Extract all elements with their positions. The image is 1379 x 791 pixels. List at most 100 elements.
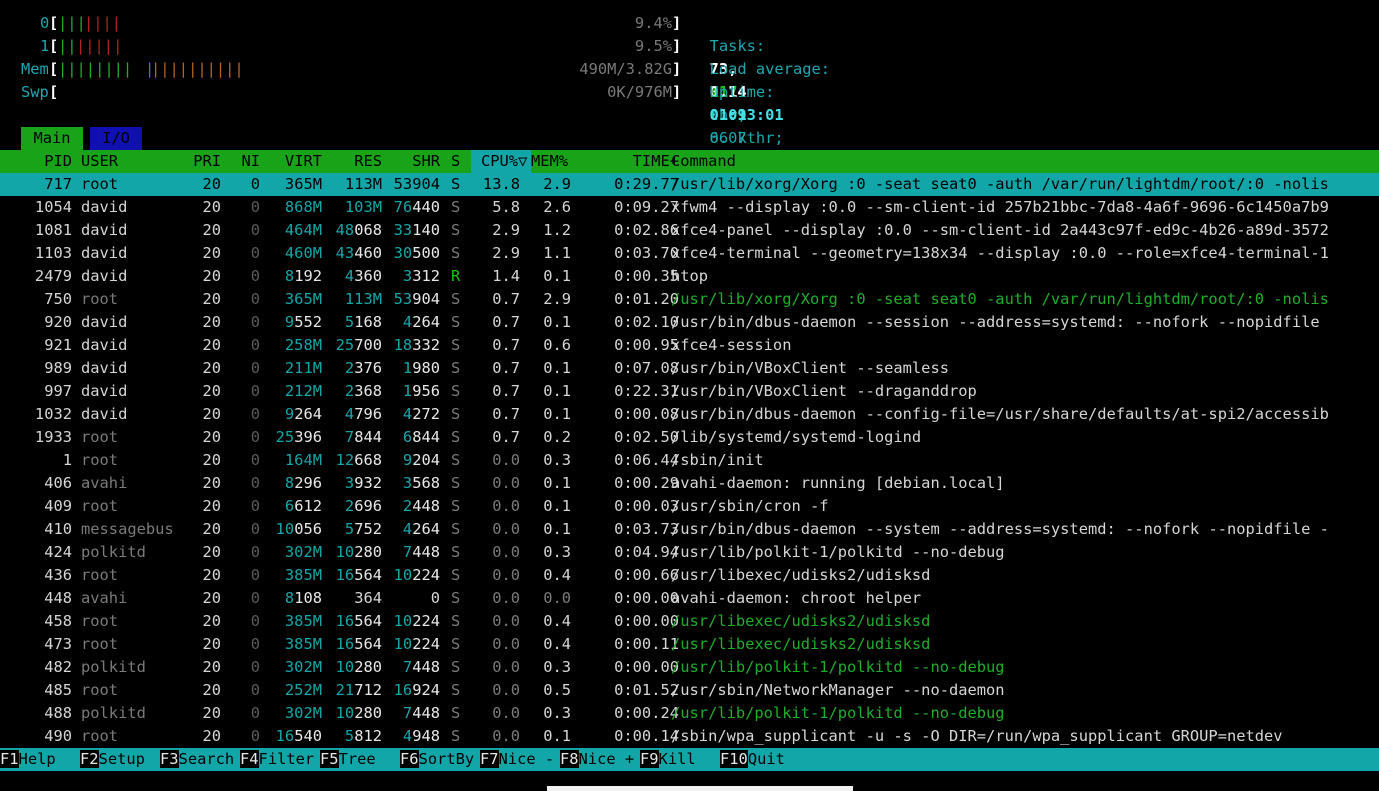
- col-command[interactable]: Command: [671, 150, 736, 173]
- process-row[interactable]: 1054 david 20 0 868M 103M 76440 S 5.8 2.6 0:09.27 x…: [0, 196, 1379, 219]
- fkey-key: F6: [400, 750, 419, 768]
- process-row[interactable]: 989 david 20 0 211M 2376 1980 S 0.7 0.1 0:07.08/us…: [0, 357, 1379, 380]
- fkey-label: Nice +: [578, 750, 635, 768]
- process-row[interactable]: 1103 david 20 0 460M 43460 30500 S 2.9 1.1 0:03.70…: [0, 242, 1379, 265]
- cell-s: S: [451, 612, 461, 630]
- cell-s: S: [451, 198, 461, 216]
- process-row[interactable]: 2479 david 20 0 8192 4360 3312 R 1.4 0.1 0:00.35 ht…: [0, 265, 1379, 288]
- cell-user: david: [81, 359, 128, 377]
- mem-label: Mem: [21, 60, 49, 78]
- process-row[interactable]: 409 root 20 0 6612 2696 2448 S 0.0 0.1 0:00.03/usr…: [0, 495, 1379, 518]
- tab-io[interactable]: I/O: [90, 127, 142, 150]
- fkey-f5[interactable]: F5Tree: [320, 748, 395, 771]
- process-row[interactable]: 406 avahi 20 0 8296 3932 3568 S 0.0 0.1 0:00.29 ava…: [0, 472, 1379, 495]
- process-row[interactable]: 485 root 20 0 252M 21712 16924 S 0.0 0.5 0:01.52/u…: [0, 679, 1379, 702]
- col-time[interactable]: TIME+: [585, 150, 679, 173]
- fkey-f9[interactable]: F9Kill: [640, 748, 715, 771]
- col-state[interactable]: S: [451, 150, 460, 173]
- cell-pid: 482: [44, 658, 72, 676]
- cell-mem: 0.0: [543, 589, 571, 607]
- process-row[interactable]: 424 polkitd 20 0 302M 10280 7448 S 0.0 0.3 0:04.94…: [0, 541, 1379, 564]
- process-row[interactable]: 488 polkitd 20 0 302M 10280 7448 S 0.0 0.3 0:00.24…: [0, 702, 1379, 725]
- cell-cmd: htop: [671, 267, 709, 285]
- cell-user: polkitd: [81, 704, 146, 722]
- process-row[interactable]: 1 root 20 0 164M 12668 9204 S 0.0 0.3 0:06.44/sbin…: [0, 449, 1379, 472]
- cell-cmd: /lib/systemd/systemd-logind: [671, 428, 922, 446]
- col-user[interactable]: USER: [81, 150, 118, 173]
- process-row[interactable]: 482 polkitd 20 0 302M 10280 7448 S 0.0 0.3 0:00.00…: [0, 656, 1379, 679]
- process-row[interactable]: 1032 david 20 0 9264 4796 4272 S 0.7 0.1 0:00.08/u…: [0, 403, 1379, 426]
- cell-ni: 0: [250, 267, 260, 285]
- process-row[interactable]: 448 avahi 20 0 8108 364 0 S 0.0 0.0 0:00.00 avahi-d…: [0, 587, 1379, 610]
- cell-s: S: [451, 681, 461, 699]
- cell-pid: 473: [44, 635, 72, 653]
- cell-user: polkitd: [81, 543, 146, 561]
- cell-mem: 0.1: [543, 267, 571, 285]
- cell-s: R: [451, 267, 461, 285]
- process-row[interactable]: 1081 david 20 0 464M 48068 33140 S 2.9 1.2 0:02.86…: [0, 219, 1379, 242]
- cell-s: S: [451, 451, 461, 469]
- fkey-f1[interactable]: F1Help: [0, 748, 75, 771]
- col-shr[interactable]: SHR: [386, 150, 440, 173]
- cell-ni: 0: [250, 658, 260, 676]
- process-row[interactable]: 410 messagebus 20 0 10056 5752 4264 S 0.0 0.1 0:03…: [0, 518, 1379, 541]
- cell-time: 0:00.00: [614, 589, 679, 607]
- cell-shr: 2448: [402, 497, 440, 515]
- cell-cmd: xfce4-panel --display :0.0 --sm-client-i…: [671, 221, 1329, 239]
- cell-virt: 25396: [275, 428, 322, 446]
- process-row-selected[interactable]: 717 root 20 0 365M 113M 53904 S 13.8 2.9 0:29.77/u…: [0, 173, 1379, 196]
- process-row[interactable]: 490 root 20 0 16540 5812 4948 S 0.0 0.1 0:00.14/sb…: [0, 725, 1379, 748]
- cell-res: 364: [354, 589, 382, 607]
- swap-label: Swp: [21, 83, 49, 101]
- process-row[interactable]: 473 root 20 0 385M 16564 10224 S 0.0 0.4 0:00.11/u…: [0, 633, 1379, 656]
- fkey-f7[interactable]: F7Nice -: [480, 748, 555, 771]
- process-row[interactable]: 921 david 20 0 258M 25700 18332 S 0.7 0.6 0:00.95 x…: [0, 334, 1379, 357]
- cell-pri: 20: [202, 198, 221, 216]
- cell-res: 113M: [344, 290, 382, 308]
- cell-pri: 20: [202, 267, 221, 285]
- cell-res: 21712: [335, 681, 382, 699]
- fkey-key: F7: [480, 750, 499, 768]
- col-virt[interactable]: VIRT: [265, 150, 322, 173]
- cell-cpu: 0.7: [492, 382, 520, 400]
- fkey-f2[interactable]: F2Setup: [80, 748, 155, 771]
- cell-shr: 1980: [402, 359, 440, 377]
- tab-bar: Main I/O: [0, 127, 1379, 150]
- fkey-f10[interactable]: F10Quit: [720, 748, 785, 771]
- process-row[interactable]: 920 david 20 0 9552 5168 4264 S 0.7 0.1 0:02.10/us…: [0, 311, 1379, 334]
- col-pid[interactable]: PID: [0, 150, 72, 173]
- col-mem[interactable]: MEM%: [531, 150, 568, 173]
- cell-pid: 410: [44, 520, 72, 538]
- col-res[interactable]: RES: [326, 150, 382, 173]
- cell-cmd: /usr/lib/xorg/Xorg :0 -seat seat0 -auth …: [671, 290, 1329, 308]
- cell-virt: 365M: [284, 175, 322, 193]
- cell-pri: 20: [202, 474, 221, 492]
- process-row[interactable]: 750 root 20 0 365M 113M 53904 S 0.7 2.9 0:01.20/us…: [0, 288, 1379, 311]
- tab-main[interactable]: Main: [21, 127, 83, 150]
- cell-mem: 0.1: [543, 405, 571, 423]
- fkey-f4[interactable]: F4Filter: [240, 748, 315, 771]
- cell-res: 16564: [335, 566, 382, 584]
- process-row[interactable]: 1933 root 20 0 25396 7844 6844 S 0.7 0.2 0:02.50/l…: [0, 426, 1379, 449]
- cell-cpu: 0.7: [492, 336, 520, 354]
- cell-virt: 9552: [284, 313, 322, 331]
- process-row[interactable]: 458 root 20 0 385M 16564 10224 S 0.0 0.4 0:00.00/u…: [0, 610, 1379, 633]
- fkey-label: Help: [18, 750, 75, 768]
- fkey-f3[interactable]: F3Search: [160, 748, 235, 771]
- cell-user: root: [81, 175, 119, 193]
- cell-pid: 921: [44, 336, 72, 354]
- mem-value: 490M/3.82G: [579, 60, 672, 78]
- cell-time: 0:03.70: [614, 244, 679, 262]
- cell-cpu: 0.0: [492, 497, 520, 515]
- fkey-f6[interactable]: F6SortBy: [400, 748, 475, 771]
- fkey-f8[interactable]: F8Nice +: [560, 748, 635, 771]
- cell-shr: 16924: [393, 681, 440, 699]
- cell-mem: 0.4: [543, 635, 571, 653]
- process-row[interactable]: 436 root 20 0 385M 16564 10224 S 0.0 0.4 0:00.66/u…: [0, 564, 1379, 587]
- col-ni[interactable]: NI: [225, 150, 260, 173]
- col-cpu-sorted[interactable]: CPU%▽: [471, 150, 531, 173]
- col-pri[interactable]: PRI: [170, 150, 221, 173]
- cell-time: 0:00.08: [614, 405, 679, 423]
- process-row[interactable]: 997 david 20 0 212M 2368 1956 S 0.7 0.1 0:22.31/us…: [0, 380, 1379, 403]
- cell-pri: 20: [202, 543, 221, 561]
